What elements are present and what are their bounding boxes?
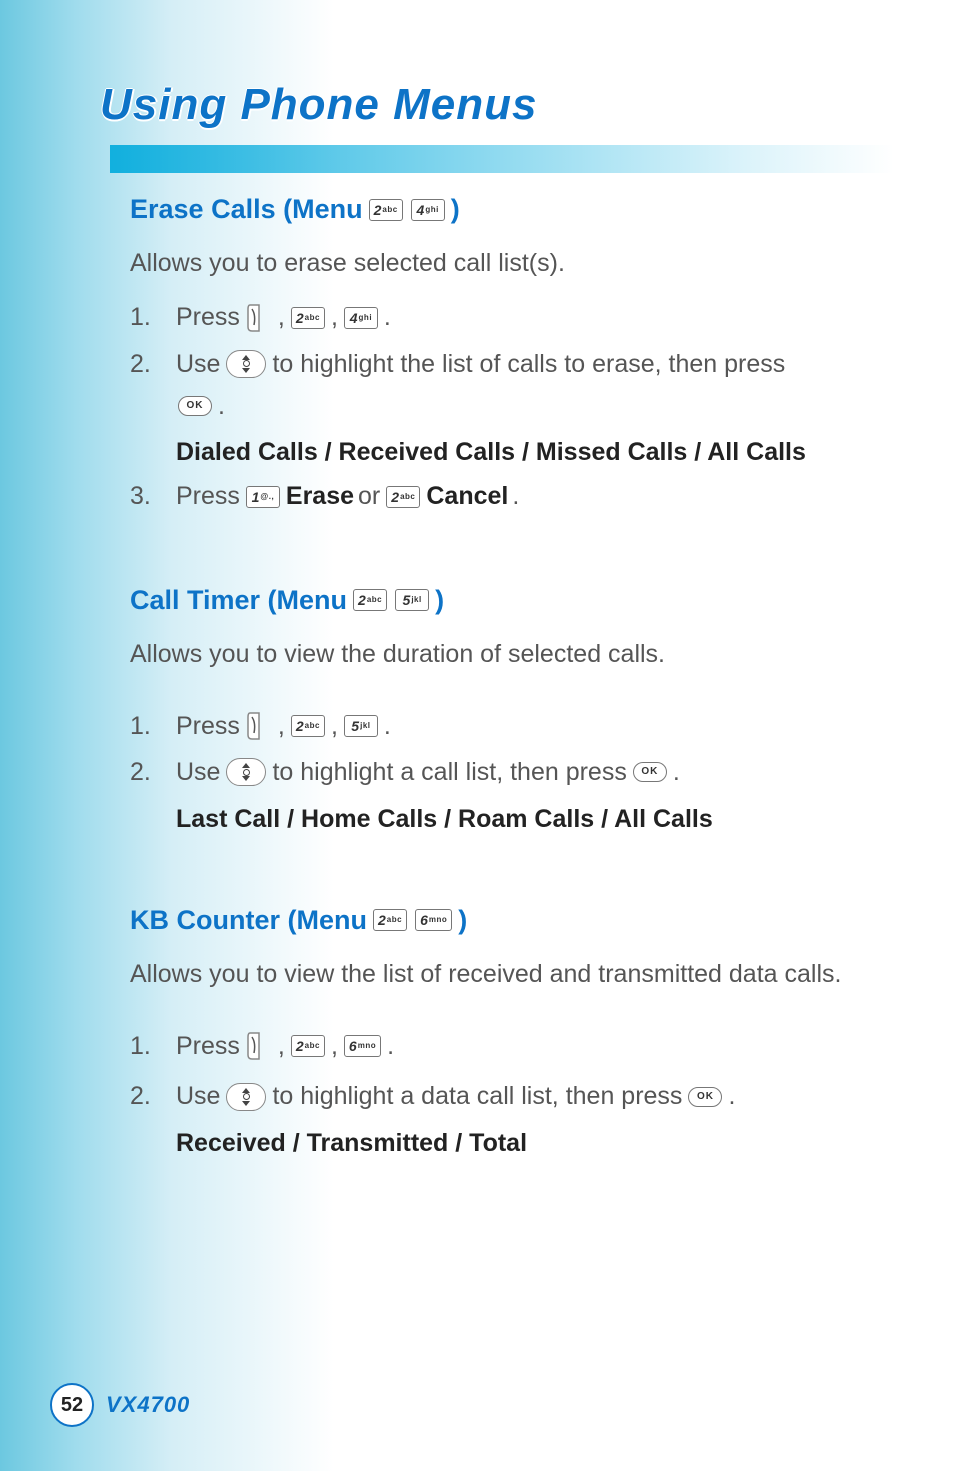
kb-counter-steps: 1. Press , 2abc , 6mno . 2. Use to highl…	[130, 1028, 890, 1115]
content: Erase Calls (Menu 2abc 4ghi ) Allows you…	[130, 190, 890, 1169]
left-softkey-icon	[246, 1031, 272, 1061]
key-5-icon: 5jkl	[395, 589, 429, 611]
erase-calls-options: Dialed Calls / Received Calls / Missed C…	[176, 434, 890, 470]
key-2-icon: 2abc	[291, 1035, 325, 1057]
erase-calls-steps-cont: 3. Press 1@., Erase or 2abc Cancel .	[130, 478, 890, 514]
header-accent-bar	[110, 145, 894, 173]
comma: ,	[278, 299, 285, 335]
list-item: 1. Press , 2abc , 4ghi .	[130, 299, 890, 335]
kb-counter-heading: KB Counter (Menu 2abc 6mno )	[130, 901, 890, 940]
heading-suffix: )	[435, 581, 444, 620]
list-item: 1. Press , 2abc , 5jkl .	[130, 708, 890, 744]
key-2-icon: 2abc	[386, 486, 420, 508]
ok-key-icon: OK	[688, 1087, 722, 1107]
key-6-icon: 6mno	[415, 909, 452, 931]
step-number: 1.	[130, 1028, 176, 1064]
heading-text: Call Timer (Menu	[130, 581, 347, 620]
step-text: Press	[176, 1028, 240, 1064]
step-number: 2.	[130, 346, 176, 382]
nav-key-icon	[226, 350, 266, 378]
list-item: 2. Use to highlight a data call list, th…	[130, 1078, 890, 1114]
page-number: 52	[50, 1383, 94, 1427]
step-suffix: .	[387, 1028, 394, 1064]
key-2-icon: 2abc	[373, 909, 407, 931]
left-softkey-icon	[246, 711, 272, 741]
list-item: 2. Use to highlight a call list, then pr…	[130, 754, 890, 790]
step-suffix: .	[384, 708, 391, 744]
step-text: Press	[176, 708, 240, 744]
key-2-icon: 2abc	[353, 589, 387, 611]
step-text: Use	[176, 754, 220, 790]
key-5-icon: 5jkl	[344, 715, 378, 737]
step-text: to highlight a call list, then press	[272, 754, 626, 790]
comma: ,	[331, 299, 338, 335]
key-6-icon: 6mno	[344, 1035, 381, 1057]
kb-counter-options: Received / Transmitted / Total	[176, 1125, 890, 1161]
model-label: VX4700	[106, 1392, 190, 1418]
comma: ,	[331, 708, 338, 744]
step-number: 1.	[130, 299, 176, 335]
comma: ,	[278, 1028, 285, 1064]
heading-suffix: )	[458, 901, 467, 940]
step-number: 2.	[130, 754, 176, 790]
call-timer-options: Last Call / Home Calls / Roam Calls / Al…	[176, 801, 890, 837]
list-item: 1. Press , 2abc , 6mno .	[130, 1028, 890, 1064]
manual-page: Using Phone Menus Erase Calls (Menu 2abc…	[0, 0, 954, 1471]
step-suffix: .	[218, 388, 225, 424]
step-text: Press	[176, 299, 240, 335]
comma: ,	[278, 708, 285, 744]
erase-calls-heading: Erase Calls (Menu 2abc 4ghi )	[130, 190, 890, 229]
heading-suffix: )	[451, 190, 460, 229]
erase-calls-steps: 1. Press , 2abc , 4ghi . 2. Use	[130, 299, 890, 424]
step-text: Press	[176, 478, 240, 514]
step-text: Use	[176, 346, 220, 382]
call-timer-desc: Allows you to view the duration of selec…	[130, 636, 890, 672]
key-2-icon: 2abc	[369, 199, 403, 221]
step-number: 1.	[130, 708, 176, 744]
nav-key-icon	[226, 758, 266, 786]
step-suffix: .	[512, 478, 519, 514]
call-timer-steps: 1. Press , 2abc , 5jkl . 2. Use to highl…	[130, 708, 890, 791]
ok-key-icon: OK	[178, 396, 212, 416]
step-suffix: .	[728, 1078, 735, 1114]
step-text: to highlight a data call list, then pres…	[272, 1078, 682, 1114]
cancel-label: Cancel	[426, 478, 508, 514]
key-1-icon: 1@.,	[246, 486, 280, 508]
nav-key-icon	[226, 1083, 266, 1111]
step-number: 3.	[130, 478, 176, 514]
step-text: to highlight the list of calls to erase,…	[272, 346, 785, 382]
left-softkey-icon	[246, 303, 272, 333]
call-timer-heading: Call Timer (Menu 2abc 5jkl )	[130, 581, 890, 620]
step-number: 2.	[130, 1078, 176, 1114]
heading-text: Erase Calls (Menu	[130, 190, 363, 229]
step-suffix: .	[673, 754, 680, 790]
header: Using Phone Menus	[100, 80, 894, 130]
key-4-icon: 4ghi	[411, 199, 445, 221]
footer: 52 VX4700	[50, 1383, 190, 1427]
erase-label: Erase	[286, 478, 354, 514]
ok-key-icon: OK	[633, 762, 667, 782]
erase-calls-desc: Allows you to erase selected call list(s…	[130, 245, 890, 281]
page-title: Using Phone Menus	[100, 80, 894, 130]
comma: ,	[331, 1028, 338, 1064]
key-2-icon: 2abc	[291, 715, 325, 737]
heading-text: KB Counter (Menu	[130, 901, 367, 940]
step-suffix: .	[384, 299, 391, 335]
kb-counter-desc: Allows you to view the list of received …	[130, 956, 890, 992]
key-4-icon: 4ghi	[344, 307, 378, 329]
list-item: 2. Use to highlight the list of calls to…	[130, 346, 890, 425]
step-text: or	[358, 478, 380, 514]
list-item: 3. Press 1@., Erase or 2abc Cancel .	[130, 478, 890, 514]
key-2-icon: 2abc	[291, 307, 325, 329]
step-text: Use	[176, 1078, 220, 1114]
